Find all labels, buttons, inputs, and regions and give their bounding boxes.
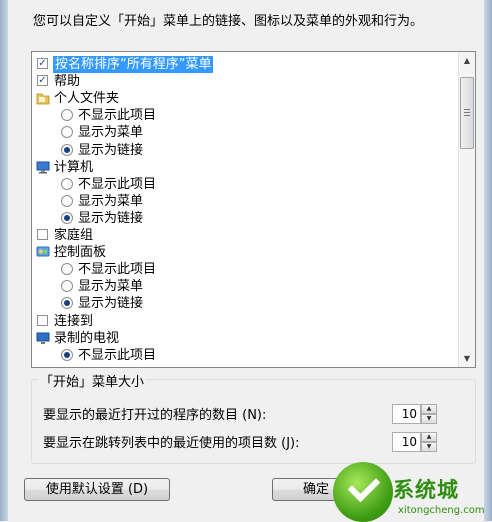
list-item-label: 按名称排序“所有程序”菜单: [53, 56, 214, 73]
group-title: 「开始」菜单大小: [38, 371, 147, 390]
checkbox-checked[interactable]: ✓: [37, 58, 48, 69]
spin-up-icon[interactable]: ▲: [421, 404, 437, 414]
list-item-label: 个人文件夹: [54, 91, 120, 107]
list-item-label: 连接到: [54, 313, 94, 329]
recent-programs-label: 要显示的最近打开过的程序的数目 (N):: [43, 408, 267, 423]
radio[interactable]: [61, 263, 73, 276]
list-item-label: 不显示此项目: [78, 176, 157, 192]
list-item-label: 显示为链接: [78, 210, 144, 226]
list-item-label: 显示为链接: [78, 142, 144, 158]
folder-icon: [36, 91, 50, 105]
recent-programs-input[interactable]: 10: [392, 404, 421, 424]
window-frame-left: [0, 0, 8, 521]
radio[interactable]: [61, 177, 73, 190]
control-panel-icon: [36, 245, 50, 259]
list-item-label: 显示为菜单: [78, 279, 144, 295]
list-item-label: 不显示此项目: [78, 262, 157, 278]
list-item-label: 不显示此项目: [78, 108, 157, 124]
thumb-grip-line: [464, 112, 470, 113]
options-listbox[interactable]: ✓ 按名称排序“所有程序”菜单 ✓ 帮助 个人文件夹 不显示此项目 显示为菜单 显示为链接 计算…: [31, 51, 476, 368]
jump-list-spinner[interactable]: 10 ▲ ▼: [392, 432, 437, 452]
recent-programs-spinner[interactable]: 10 ▲ ▼: [392, 404, 437, 424]
spin-down-icon[interactable]: ▼: [421, 442, 437, 452]
vertical-scrollbar[interactable]: ▲ ▼: [458, 52, 475, 367]
thumb-grip-line: [464, 109, 470, 110]
watermark-url: xitongcheng.com: [398, 505, 485, 516]
start-menu-size-group: 「开始」菜单大小 要显示的最近打开过的程序的数目 (N): 10 ▲ ▼ 要显示…: [31, 371, 476, 464]
spin-down-icon[interactable]: ▼: [421, 414, 437, 424]
tv-icon: [36, 331, 50, 345]
checkbox[interactable]: [37, 314, 48, 326]
use-defaults-button[interactable]: 使用默认设置 (D): [24, 478, 170, 501]
list-item-label: 控制面板: [54, 245, 107, 261]
list-item-label: 显示为菜单: [78, 125, 144, 141]
scroll-thumb[interactable]: [460, 77, 474, 149]
watermark-title: 系统城: [393, 477, 459, 502]
list-item-label: 录制的电视: [54, 330, 120, 346]
list-item-label: 显示为菜单: [78, 193, 144, 209]
scroll-down-button[interactable]: ▼: [459, 350, 475, 367]
window-frame-right: [484, 0, 492, 521]
radio[interactable]: [61, 194, 73, 207]
radio-selected[interactable]: [61, 211, 73, 224]
list-item-label: 家庭组: [54, 228, 94, 243]
list-item-label: 显示为链接: [78, 296, 144, 312]
spin-up-icon[interactable]: ▲: [421, 432, 437, 442]
radio[interactable]: [61, 126, 73, 139]
scroll-up-button[interactable]: ▲: [459, 52, 475, 69]
radio[interactable]: [61, 280, 73, 293]
thumb-grip-line: [464, 115, 470, 116]
description-text: 您可以自定义「开始」菜单上的链接、图标以及菜单的外观和行为。: [33, 14, 424, 29]
checkbox-checked[interactable]: ✓: [37, 75, 48, 87]
checkbox[interactable]: [37, 229, 48, 240]
radio[interactable]: [61, 109, 73, 122]
radio-selected[interactable]: [61, 143, 73, 156]
jump-list-input[interactable]: 10: [392, 432, 421, 452]
list-item-label: 不显示此项目: [78, 347, 157, 363]
list-item-label: 帮助: [54, 74, 81, 90]
radio-selected[interactable]: [61, 297, 73, 310]
jump-list-label: 要显示在跳转列表中的最近使用的项目数 (J):: [43, 436, 300, 451]
dialog-panel: 您可以自定义「开始」菜单上的链接、图标以及菜单的外观和行为。 ✓ 按名称排序“所有…: [8, 0, 484, 521]
radio-selected[interactable]: [61, 348, 73, 361]
list-item-label: 计算机: [54, 159, 94, 175]
computer-icon: [36, 160, 50, 174]
